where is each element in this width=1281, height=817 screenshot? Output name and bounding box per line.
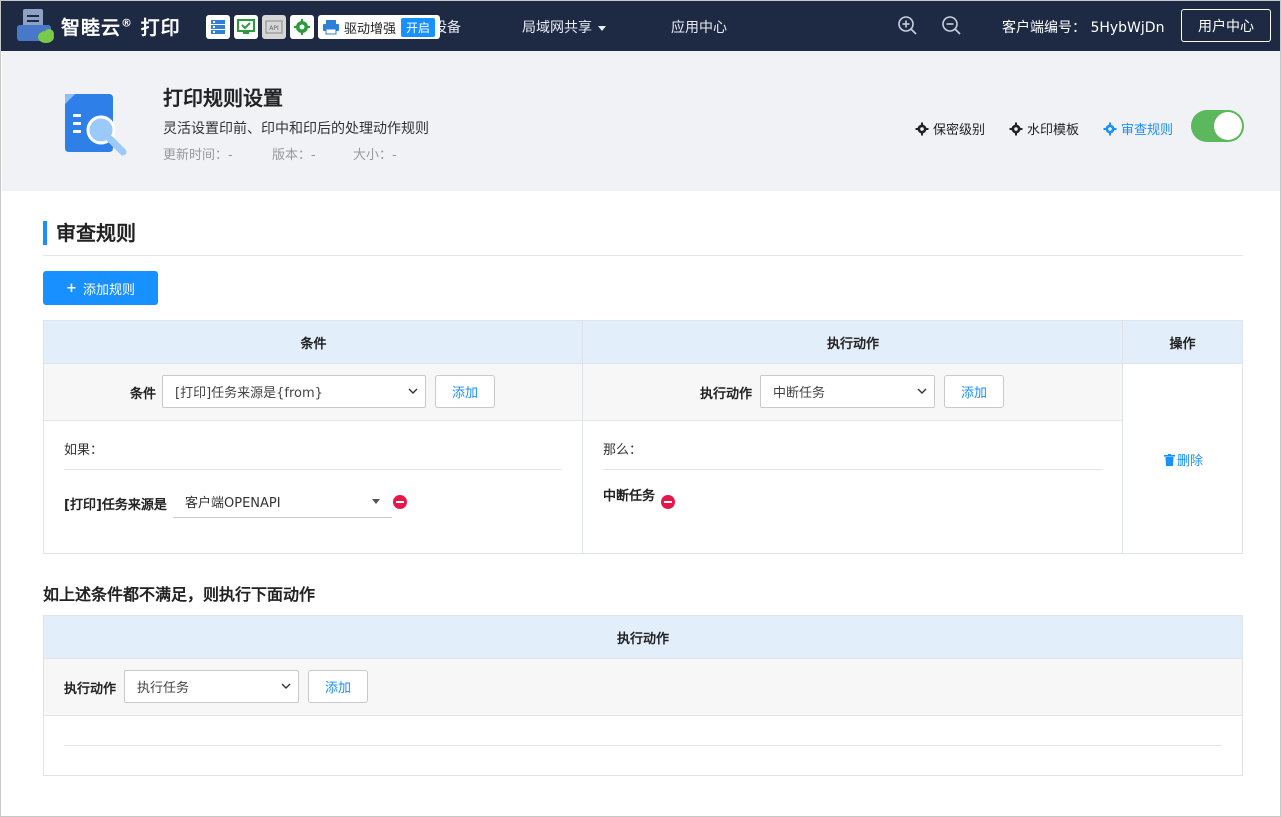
page-title: 打印规则设置 bbox=[163, 86, 283, 110]
server-icon bbox=[211, 20, 225, 34]
condition-label: 条件 bbox=[130, 387, 157, 402]
client-id-value: 5HybWjDn bbox=[1090, 20, 1165, 36]
column-header-operations: 操作 bbox=[1123, 321, 1242, 364]
delete-rule-link[interactable]: 删除 bbox=[1164, 450, 1203, 469]
api-icon: API bbox=[265, 20, 283, 34]
column-header-action: 执行动作 bbox=[44, 616, 1242, 659]
action-toolbar: 执行动作 中断任务 添加 bbox=[583, 364, 1122, 421]
driver-enhance-toggle[interactable]: 驱动增强 开启 bbox=[318, 15, 440, 39]
update-time: 更新时间：- bbox=[163, 148, 233, 163]
chevron-down-icon bbox=[917, 388, 927, 394]
gear-icon bbox=[1103, 122, 1117, 135]
if-label: 如果： bbox=[64, 443, 104, 458]
driver-enhance-badge: 开启 bbox=[401, 17, 436, 37]
printer-cloud-logo-icon bbox=[17, 9, 54, 43]
page-description: 灵活设置印前、印中和印后的处理动作规则 bbox=[163, 121, 429, 137]
plus-icon: + bbox=[66, 280, 77, 296]
trash-icon bbox=[1164, 453, 1175, 466]
condition-select[interactable]: [打印]任务来源是{from} bbox=[162, 375, 426, 408]
svg-text:API: API bbox=[269, 25, 279, 32]
then-label: 那么： bbox=[603, 443, 643, 458]
nav-app-center[interactable]: 应用中心 bbox=[671, 17, 727, 37]
gear-icon bbox=[294, 19, 310, 35]
app-window: 智睦云® 打印 API 设备 驱动增强 开启 局域网共享 应用中心 客户端编号：… bbox=[0, 0, 1281, 817]
chevron-down-icon bbox=[408, 388, 418, 394]
brand-logo-text: 智睦云® 打印 bbox=[61, 16, 181, 39]
remove-action-icon[interactable] bbox=[661, 495, 675, 509]
column-header-action: 执行动作 bbox=[583, 321, 1123, 364]
add-rule-button[interactable]: + 添加规则 bbox=[43, 271, 158, 305]
file-size: 大小：- bbox=[353, 148, 397, 163]
action-label: 执行动作 bbox=[700, 387, 753, 402]
column-header-condition: 条件 bbox=[44, 321, 583, 364]
version: 版本：- bbox=[272, 148, 316, 163]
printer-icon bbox=[323, 20, 339, 35]
top-navbar: 智睦云® 打印 API 设备 驱动增强 开启 局域网共享 应用中心 客户端编号：… bbox=[1, 1, 1280, 51]
monitor-check-icon bbox=[237, 19, 255, 34]
fallback-action-select[interactable]: 执行任务 bbox=[124, 670, 299, 703]
condition-item-label: [打印]任务来源是 bbox=[64, 498, 167, 513]
action-select[interactable]: 中断任务 bbox=[760, 375, 935, 408]
section-divider bbox=[43, 255, 1243, 256]
audit-rules-toggle[interactable] bbox=[1191, 110, 1244, 142]
page-header: 打印规则设置 灵活设置印前、印中和印后的处理动作规则 更新时间：- 版本：- 大… bbox=[2, 51, 1280, 191]
toggle-knob bbox=[1214, 112, 1242, 140]
audit-rules-link[interactable]: 审查规则 bbox=[1103, 119, 1173, 138]
column-divider bbox=[1122, 321, 1123, 553]
divider bbox=[64, 469, 562, 470]
chevron-down-icon bbox=[281, 683, 291, 689]
condition-toolbar: 条件 [打印]任务来源是{from} 添加 bbox=[44, 364, 582, 421]
driver-enhance-label: 驱动增强 bbox=[344, 21, 397, 37]
user-center-button[interactable]: 用户中心 bbox=[1181, 9, 1271, 42]
document-search-icon bbox=[65, 94, 127, 156]
settings-tool-button[interactable] bbox=[290, 15, 314, 39]
monitor-tool-button[interactable] bbox=[234, 15, 258, 39]
nav-lan-share[interactable]: 局域网共享 bbox=[522, 17, 606, 37]
rule-table: 条件 执行动作 操作 条件 [打印]任务来源是{from} 添加 执行动作 中断… bbox=[43, 320, 1243, 554]
gear-icon bbox=[1009, 122, 1023, 135]
client-id-display: 客户端编号： 5HybWjDn bbox=[1002, 20, 1165, 36]
fallback-action-toolbar: 执行动作 执行任务 添加 bbox=[44, 659, 1242, 716]
divider bbox=[603, 469, 1103, 470]
api-tool-button[interactable]: API bbox=[262, 15, 286, 39]
condition-value-select[interactable]: 客户端OPENAPI bbox=[173, 485, 392, 518]
fallback-action-table: 执行动作 执行动作 执行任务 添加 bbox=[43, 615, 1243, 776]
watermark-template-link[interactable]: 水印模板 bbox=[1009, 119, 1079, 138]
add-fallback-action-button[interactable]: 添加 bbox=[308, 670, 368, 703]
divider bbox=[64, 745, 1222, 746]
section-title: 审查规则 bbox=[43, 221, 136, 245]
chevron-down-icon bbox=[598, 25, 606, 31]
add-action-button[interactable]: 添加 bbox=[944, 375, 1004, 408]
zoom-in-icon[interactable] bbox=[897, 15, 917, 35]
add-condition-button[interactable]: 添加 bbox=[435, 375, 495, 408]
confidential-level-link[interactable]: 保密级别 bbox=[915, 119, 985, 138]
remove-condition-icon[interactable] bbox=[393, 495, 407, 509]
zoom-out-icon[interactable] bbox=[941, 15, 961, 35]
server-tool-button[interactable] bbox=[206, 15, 230, 39]
fallback-section-title: 如上述条件都不满足，则执行下面动作 bbox=[43, 585, 316, 604]
column-divider bbox=[582, 321, 583, 553]
fallback-action-label: 执行动作 bbox=[64, 682, 117, 697]
caret-down-icon bbox=[372, 499, 380, 504]
gear-icon bbox=[915, 122, 929, 135]
action-item-label: 中断任务 bbox=[603, 489, 656, 504]
